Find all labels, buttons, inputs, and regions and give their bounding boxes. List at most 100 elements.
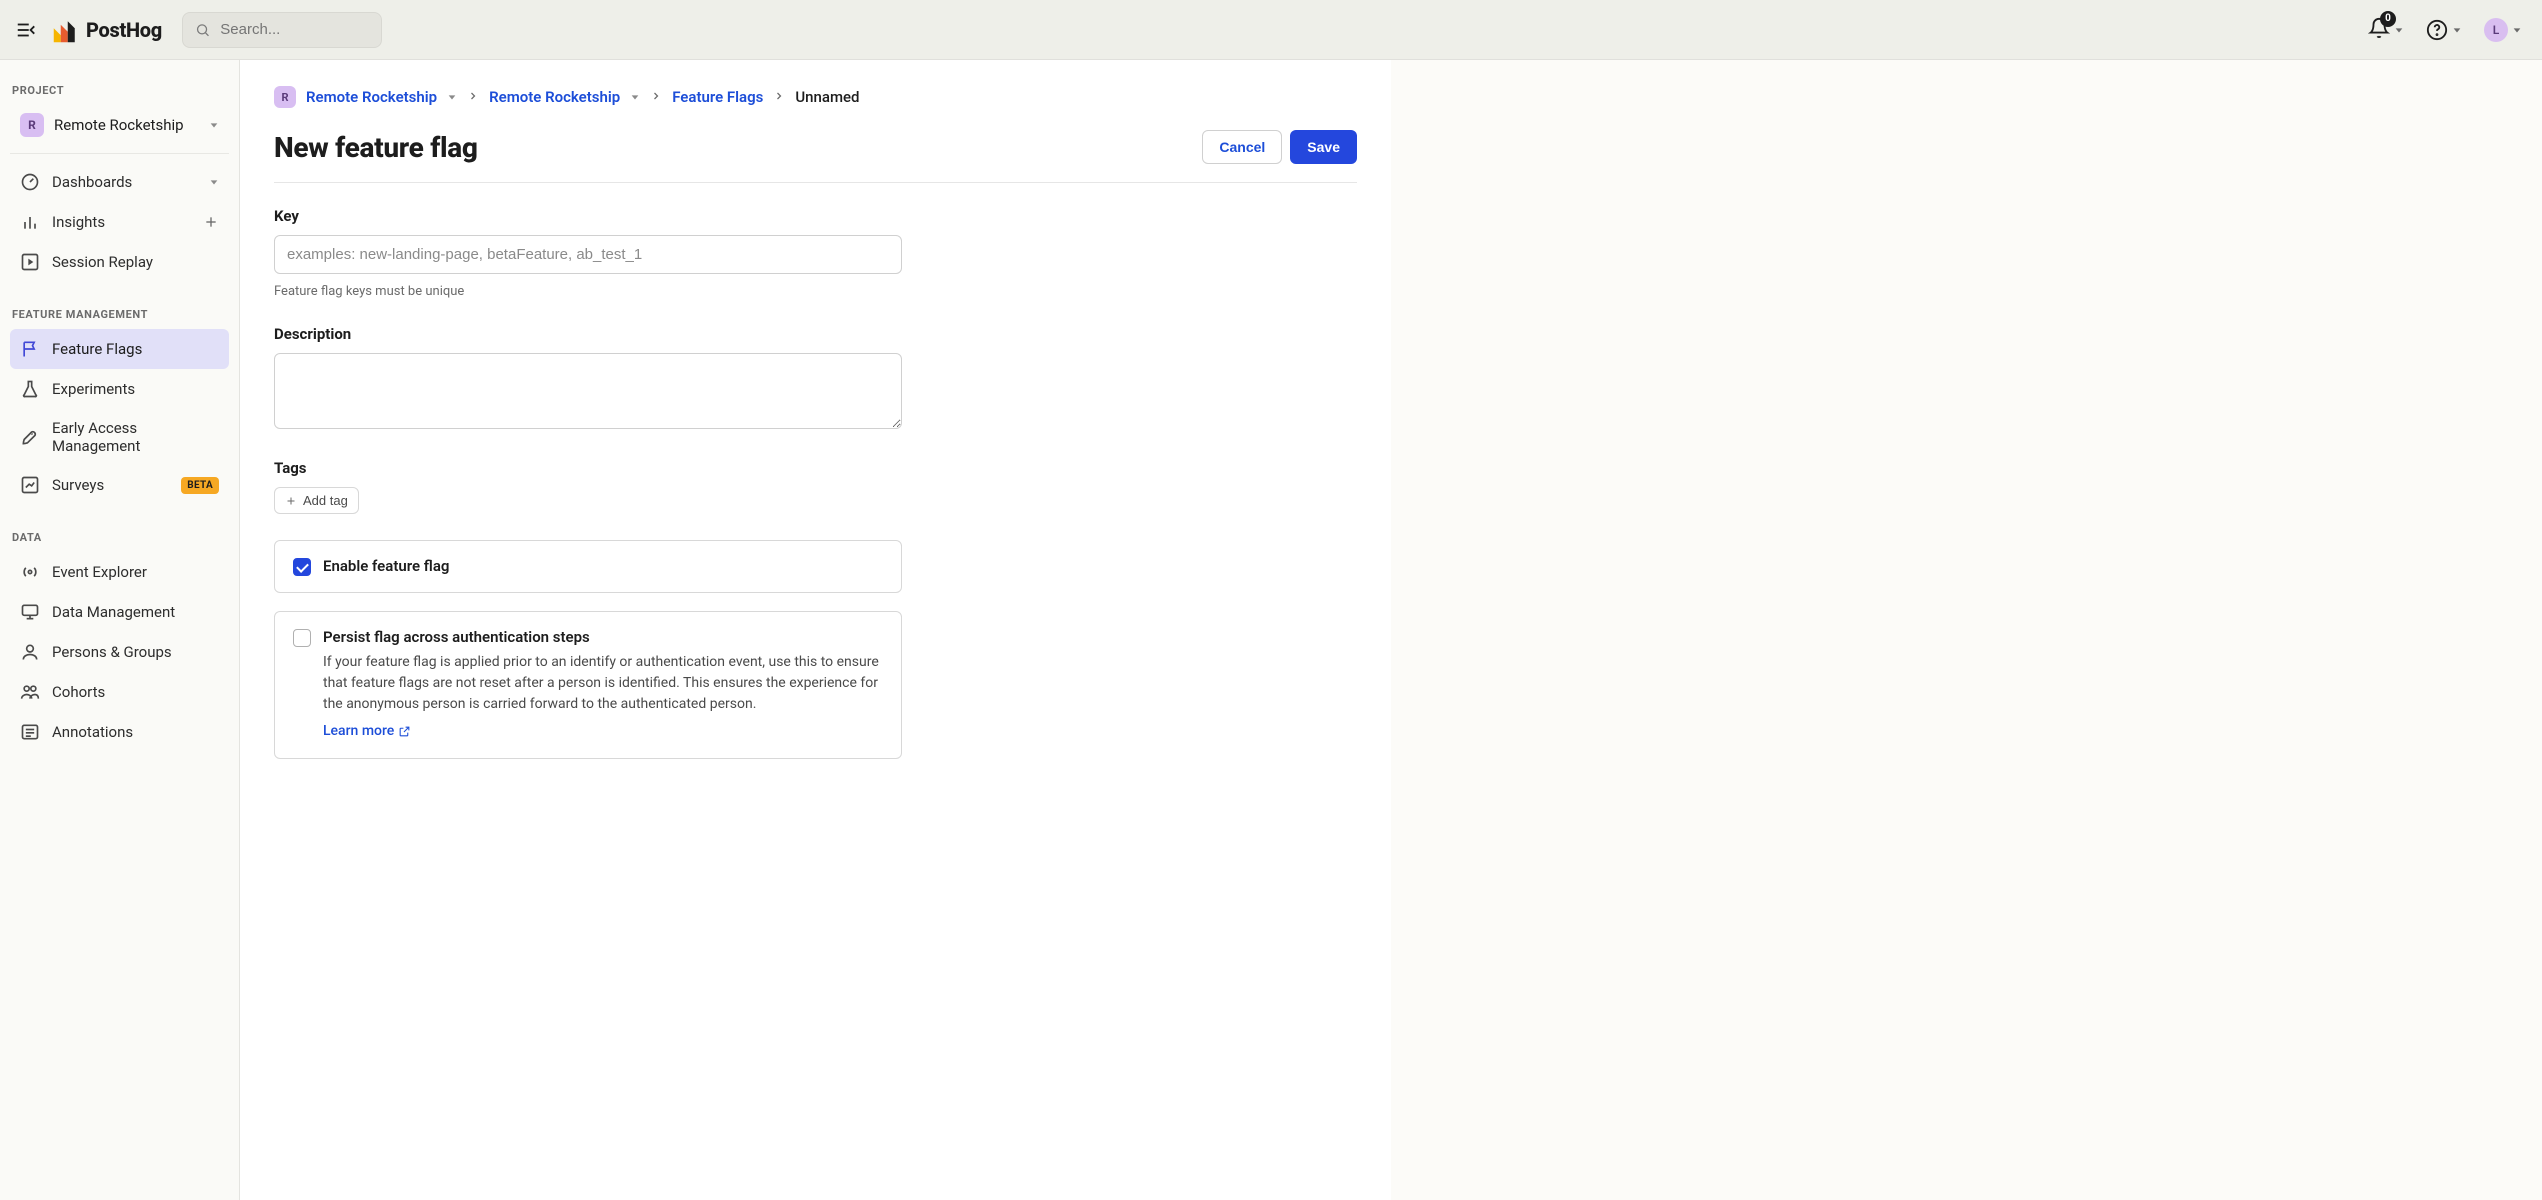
sidebar-item-annotations[interactable]: Annotations bbox=[10, 712, 229, 752]
caret-down-icon bbox=[209, 120, 219, 130]
search-box[interactable] bbox=[182, 12, 382, 48]
breadcrumb-badge: R bbox=[274, 86, 296, 108]
search-icon bbox=[195, 21, 210, 39]
caret-down-icon bbox=[2512, 25, 2522, 35]
list-icon bbox=[20, 722, 40, 742]
bar-chart-icon bbox=[20, 212, 40, 232]
menu-icon bbox=[15, 19, 37, 41]
enable-flag-checkbox[interactable] bbox=[293, 558, 311, 576]
key-input[interactable] bbox=[274, 235, 902, 274]
save-button[interactable]: Save bbox=[1290, 130, 1357, 164]
sidebar-item-data-management[interactable]: Data Management bbox=[10, 592, 229, 632]
sidebar-heading-data: DATA bbox=[10, 523, 229, 552]
avatar: L bbox=[2484, 18, 2508, 42]
divider bbox=[10, 153, 229, 154]
chevron-right-icon bbox=[773, 88, 785, 106]
caret-down-icon bbox=[2394, 25, 2404, 35]
beta-badge: BETA bbox=[181, 477, 219, 494]
nav-label: Persons & Groups bbox=[52, 643, 172, 661]
title-row: New feature flag Cancel Save bbox=[274, 130, 1357, 164]
nav-label: Insights bbox=[52, 213, 105, 231]
cancel-button[interactable]: Cancel bbox=[1202, 130, 1282, 164]
gauge-icon bbox=[20, 172, 40, 192]
breadcrumb-current: Unnamed bbox=[795, 88, 859, 106]
sidebar-item-early-access[interactable]: Early Access Management bbox=[10, 409, 229, 465]
add-tag-label: Add tag bbox=[303, 493, 348, 508]
nav-label: Cohorts bbox=[52, 683, 105, 701]
nav-label: Feature Flags bbox=[52, 340, 142, 358]
help-button[interactable] bbox=[2422, 15, 2466, 45]
sidebar-heading-project: PROJECT bbox=[10, 76, 229, 105]
broadcast-icon bbox=[20, 562, 40, 582]
plus-icon bbox=[285, 495, 297, 507]
key-label: Key bbox=[274, 207, 1357, 225]
sidebar-item-dashboards[interactable]: Dashboards bbox=[10, 162, 229, 202]
breadcrumb-project-caret[interactable] bbox=[630, 88, 640, 106]
nav-label: Event Explorer bbox=[52, 563, 147, 581]
breadcrumb: R Remote Rocketship Remote Rocketship Fe… bbox=[274, 86, 1357, 108]
caret-down-icon bbox=[209, 177, 219, 187]
play-square-icon bbox=[20, 252, 40, 272]
nav-label: Annotations bbox=[52, 723, 133, 741]
learn-more-label: Learn more bbox=[323, 721, 394, 742]
layout: PROJECT R Remote Rocketship Dashboards I… bbox=[0, 60, 2542, 1200]
plus-icon bbox=[203, 214, 219, 230]
topbar-right: 0 L bbox=[2364, 13, 2530, 47]
right-gutter bbox=[1391, 60, 2542, 1200]
monitor-icon bbox=[20, 602, 40, 622]
breadcrumb-project[interactable]: Remote Rocketship bbox=[489, 88, 620, 106]
logo[interactable]: PostHog bbox=[52, 16, 162, 44]
description-label: Description bbox=[274, 325, 1357, 343]
sidebar-item-session-replay[interactable]: Session Replay bbox=[10, 242, 229, 282]
logo-mark-icon bbox=[52, 16, 80, 44]
tags-label: Tags bbox=[274, 459, 1357, 477]
flag-icon bbox=[20, 339, 40, 359]
learn-more-link[interactable]: Learn more bbox=[323, 721, 411, 742]
caret-down-icon bbox=[630, 92, 640, 102]
description-textarea[interactable] bbox=[274, 353, 902, 429]
breadcrumb-org-caret[interactable] bbox=[447, 88, 457, 106]
flask-icon bbox=[20, 379, 40, 399]
key-hint: Feature flag keys must be unique bbox=[274, 284, 1357, 299]
persist-flag-card: Persist flag across authentication steps… bbox=[274, 611, 902, 759]
enable-flag-label: Enable feature flag bbox=[323, 557, 449, 575]
sidebar-item-feature-flags[interactable]: Feature Flags bbox=[10, 329, 229, 369]
field-key: Key Feature flag keys must be unique bbox=[274, 207, 1357, 299]
project-switcher[interactable]: R Remote Rocketship bbox=[10, 105, 229, 145]
add-insight-button[interactable] bbox=[203, 214, 219, 230]
brand-text: PostHog bbox=[86, 18, 162, 42]
sidebar-heading-feature-management: FEATURE MANAGEMENT bbox=[10, 300, 229, 329]
sidebar-item-surveys[interactable]: Surveys BETA bbox=[10, 465, 229, 505]
caret-down-icon bbox=[447, 92, 457, 102]
nav-label: Early Access Management bbox=[52, 419, 219, 455]
nav-label: Surveys bbox=[52, 476, 104, 494]
nav-label: Data Management bbox=[52, 603, 175, 621]
notification-count: 0 bbox=[2380, 11, 2396, 27]
sidebar-item-event-explorer[interactable]: Event Explorer bbox=[10, 552, 229, 592]
chevron-right-icon bbox=[650, 88, 662, 106]
breadcrumb-org[interactable]: Remote Rocketship bbox=[306, 88, 437, 106]
rocket-icon bbox=[20, 427, 40, 447]
users-icon bbox=[20, 682, 40, 702]
persist-flag-label: Persist flag across authentication steps bbox=[323, 628, 883, 646]
caret-down-icon bbox=[2452, 25, 2462, 35]
search-input[interactable] bbox=[220, 21, 369, 38]
menu-toggle-button[interactable] bbox=[12, 16, 40, 44]
sidebar-item-insights[interactable]: Insights bbox=[10, 202, 229, 242]
divider bbox=[274, 182, 1357, 183]
sidebar-item-experiments[interactable]: Experiments bbox=[10, 369, 229, 409]
enable-flag-card: Enable feature flag bbox=[274, 540, 902, 593]
persist-flag-checkbox[interactable] bbox=[293, 629, 311, 647]
notifications-button[interactable]: 0 bbox=[2364, 13, 2408, 47]
main: R Remote Rocketship Remote Rocketship Fe… bbox=[240, 60, 1391, 1200]
add-tag-button[interactable]: Add tag bbox=[274, 487, 359, 514]
sidebar-item-persons-groups[interactable]: Persons & Groups bbox=[10, 632, 229, 672]
sidebar-item-cohorts[interactable]: Cohorts bbox=[10, 672, 229, 712]
persist-flag-description: If your feature flag is applied prior to… bbox=[323, 654, 879, 712]
project-name: Remote Rocketship bbox=[54, 116, 199, 134]
sidebar: PROJECT R Remote Rocketship Dashboards I… bbox=[0, 60, 240, 1200]
topbar: PostHog 0 L bbox=[0, 0, 2542, 60]
breadcrumb-section[interactable]: Feature Flags bbox=[672, 88, 763, 106]
user-icon bbox=[20, 642, 40, 662]
user-menu-button[interactable]: L bbox=[2480, 14, 2526, 46]
